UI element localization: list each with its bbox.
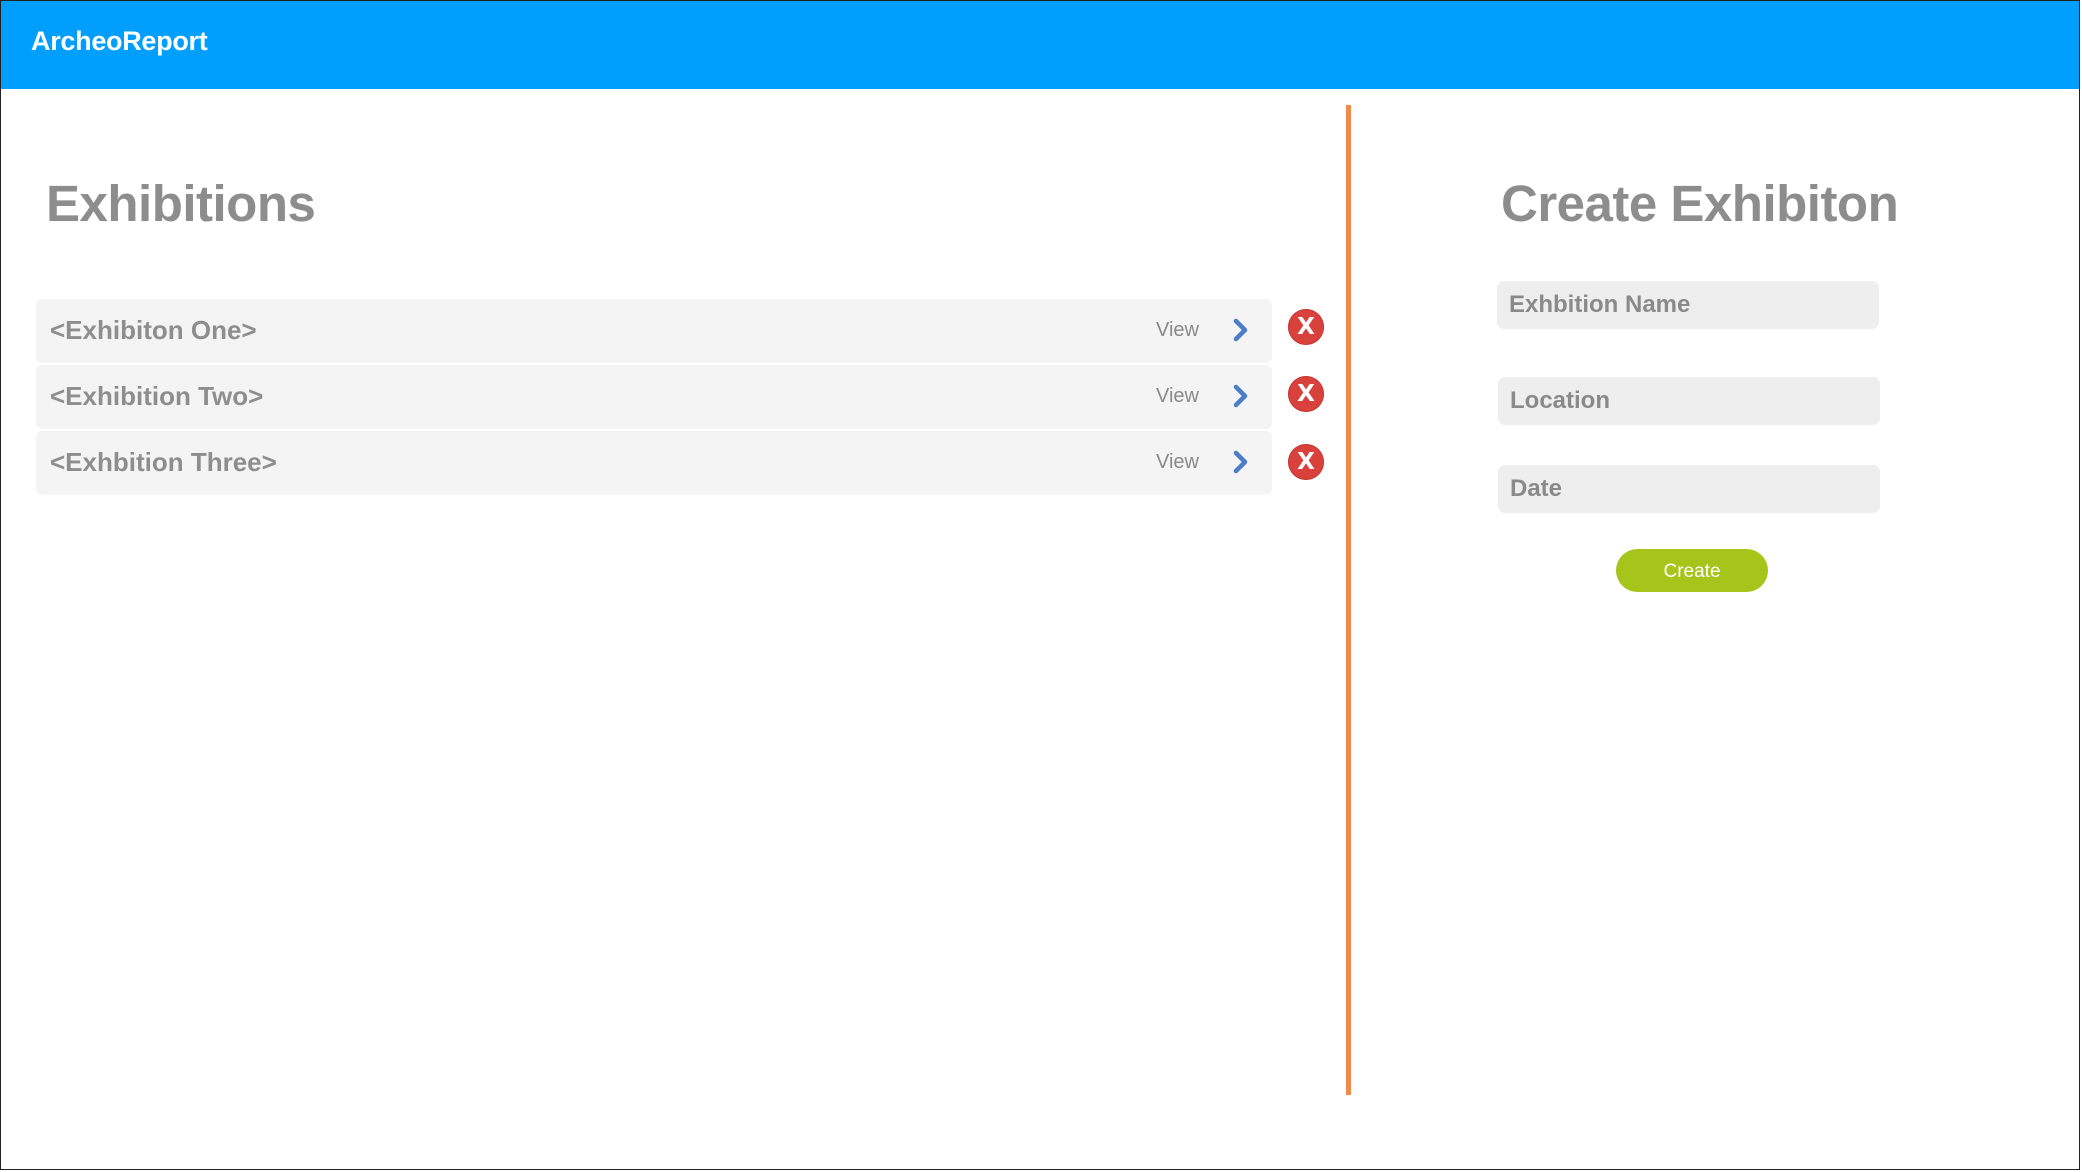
view-link[interactable]: View	[1156, 451, 1199, 474]
create-button[interactable]: Create	[1616, 549, 1768, 592]
exhibition-name: <Exhibiton One>	[50, 315, 257, 345]
exhibition-list: <Exhibiton One> View <Exhibition Two> Vi…	[36, 299, 1272, 497]
exhibition-name-field[interactable]	[1497, 281, 1879, 329]
app-window: ArcheoReport Exhibitions <Exhibiton One>…	[0, 0, 2080, 1170]
create-exhibition-title: Create Exhibiton	[1501, 175, 1899, 232]
app-brand[interactable]: ArcheoReport	[31, 26, 208, 57]
exhibition-name: <Exhbition Three>	[50, 447, 277, 477]
chevron-right-icon[interactable]	[1230, 449, 1252, 475]
exhibition-row[interactable]: <Exhbition Three> View	[36, 431, 1272, 494]
exhibition-row[interactable]: <Exhibition Two> View	[36, 365, 1272, 428]
exhibition-name: <Exhibition Two>	[50, 381, 264, 411]
date-field[interactable]	[1498, 465, 1880, 513]
chevron-right-icon[interactable]	[1230, 317, 1252, 343]
view-link[interactable]: View	[1156, 385, 1199, 408]
exhibition-row[interactable]: <Exhibiton One> View	[36, 299, 1272, 362]
chevron-right-icon[interactable]	[1230, 383, 1252, 409]
vertical-divider	[1346, 105, 1351, 1095]
delete-exhibition-button[interactable]: X	[1288, 376, 1324, 412]
delete-exhibition-button[interactable]: X	[1288, 309, 1324, 345]
top-nav-bar: ArcheoReport	[1, 1, 2079, 89]
exhibitions-title: Exhibitions	[46, 175, 316, 232]
location-field[interactable]	[1498, 377, 1880, 425]
view-link[interactable]: View	[1156, 319, 1199, 342]
delete-exhibition-button[interactable]: X	[1288, 444, 1324, 480]
